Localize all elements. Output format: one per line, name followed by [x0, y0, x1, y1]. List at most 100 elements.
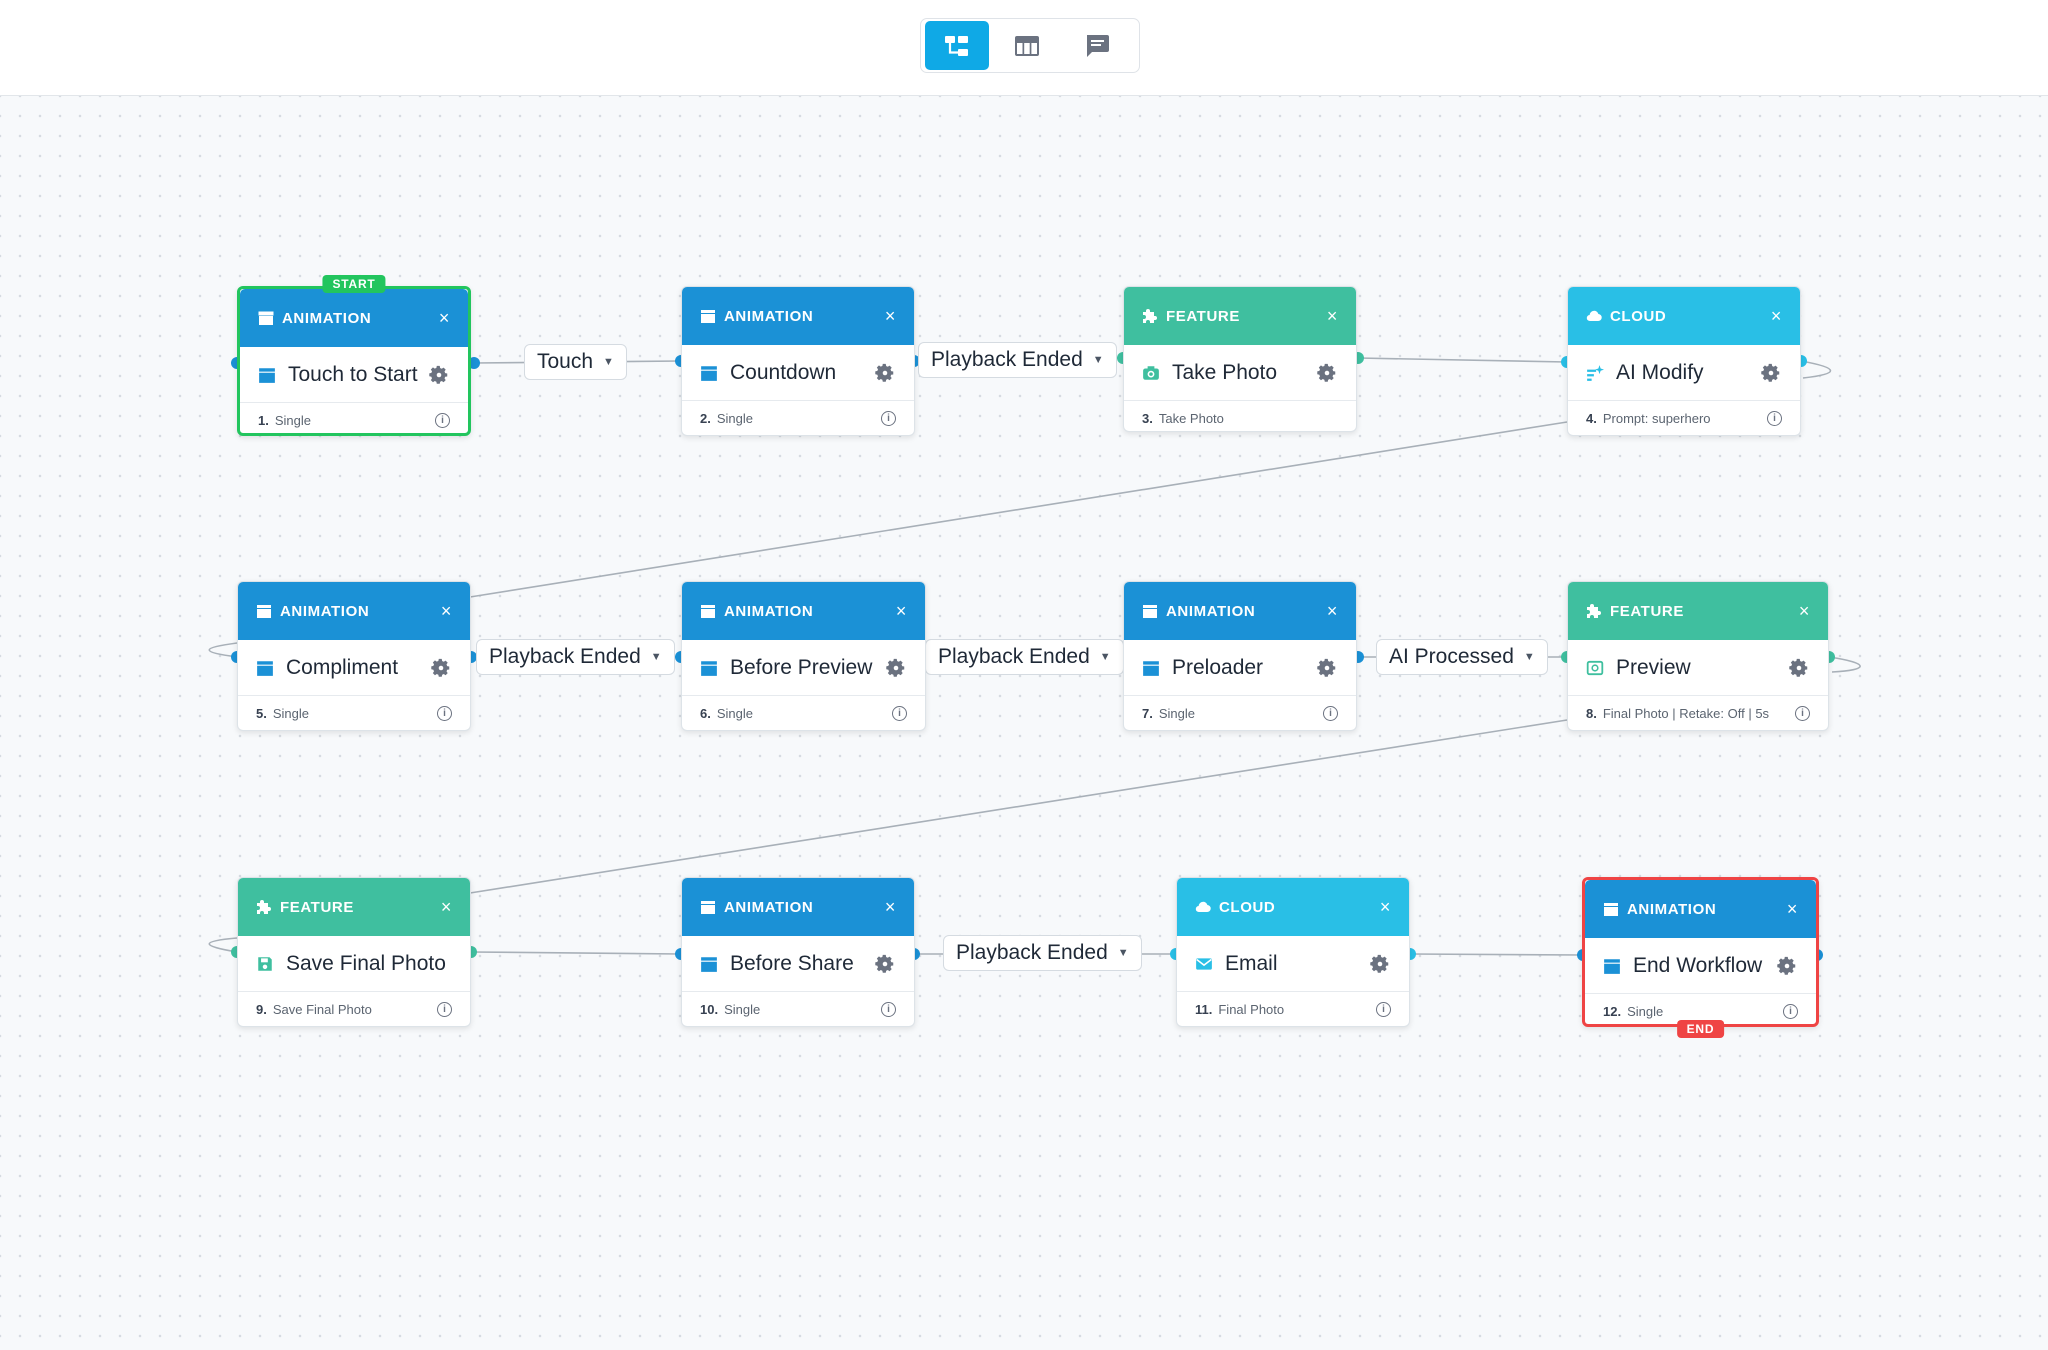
info-icon[interactable]: i — [881, 1001, 896, 1017]
node-meta: Single — [1627, 1003, 1664, 1019]
workflow-node-ai-modify[interactable]: CLOUD × AI Modify 4. Prompt: superhero i — [1567, 286, 1801, 436]
info-icon[interactable]: i — [1795, 705, 1810, 721]
close-icon[interactable]: × — [1380, 897, 1391, 918]
workflow-node-email[interactable]: CLOUD × Email 11. Final Photo i — [1176, 877, 1410, 1027]
node-body: Before Share — [682, 936, 914, 992]
info-icon[interactable]: i — [892, 705, 907, 721]
close-icon[interactable]: × — [1787, 899, 1798, 920]
trigger-select[interactable]: AI Processed ▼ — [1376, 639, 1548, 675]
puzzle-icon — [257, 900, 271, 914]
info-icon[interactable]: i — [437, 1001, 452, 1017]
workflow-node-save-final-photo[interactable]: FEATURE × Save Final Photo 9. Save Final… — [237, 877, 471, 1027]
gear-icon[interactable] — [1369, 953, 1391, 975]
gear-icon[interactable] — [1776, 955, 1798, 977]
trigger-select[interactable]: Playback Ended ▼ — [943, 935, 1142, 971]
close-icon[interactable]: × — [441, 601, 452, 622]
node-header: ANIMATION × — [240, 289, 468, 347]
gear-icon[interactable] — [430, 657, 452, 679]
workflow-node-end-workflow[interactable]: END ANIMATION × End Workflow 12. Single … — [1582, 877, 1819, 1038]
close-icon[interactable]: × — [1327, 601, 1338, 622]
node-number: 4. — [1586, 410, 1597, 426]
workflow-node-preview[interactable]: FEATURE × Preview 8. Final Photo | Retak… — [1567, 581, 1829, 731]
node-title: Before Share — [730, 951, 854, 975]
node-title: End Workflow — [1633, 953, 1763, 977]
info-icon[interactable]: i — [881, 410, 896, 426]
node-body: End Workflow — [1585, 938, 1816, 994]
node-title: Email — [1225, 951, 1278, 975]
info-icon[interactable]: i — [1376, 1001, 1391, 1017]
info-icon[interactable]: i — [435, 412, 450, 428]
workflow-node-before-preview[interactable]: ANIMATION × Before Preview 6. Single i — [681, 581, 926, 731]
node-body: Take Photo — [1124, 345, 1356, 401]
clapperboard-icon — [259, 367, 275, 383]
node-title: Compliment — [286, 655, 399, 679]
caret-down-icon: ▼ — [650, 651, 662, 663]
node-meta: Single — [1158, 705, 1195, 721]
close-icon[interactable]: × — [1771, 306, 1782, 327]
trigger-select[interactable]: Playback Ended ▼ — [918, 342, 1117, 378]
workflow-node-countdown[interactable]: ANIMATION × Countdown 2. Single i — [681, 286, 915, 436]
gear-icon[interactable] — [1316, 657, 1338, 679]
trigger-label: Playback Ended — [489, 645, 641, 668]
trigger-select[interactable]: Playback Ended ▼ — [476, 639, 675, 675]
close-icon[interactable]: × — [1799, 601, 1810, 622]
info-icon[interactable]: i — [1323, 705, 1338, 721]
node-header: ANIMATION × — [238, 582, 470, 640]
node-number: 2. — [700, 410, 711, 426]
workflow-node-touch-to-start[interactable]: START ANIMATION × Touch to Start 1. Sing… — [237, 275, 471, 437]
caret-down-icon: ▼ — [603, 356, 614, 368]
close-icon[interactable]: × — [1327, 306, 1338, 327]
chat-view-button[interactable] — [1065, 21, 1129, 70]
info-icon[interactable]: i — [1783, 1003, 1798, 1019]
trigger-select[interactable]: Playback Ended ▼ — [925, 639, 1124, 675]
node-body: Touch to Start — [240, 347, 468, 403]
trigger-label: Playback Ended — [931, 348, 1083, 371]
info-icon[interactable]: i — [1767, 410, 1782, 426]
trigger-select[interactable]: Touch ▼ — [524, 344, 627, 380]
node-title: Before Preview — [730, 655, 873, 679]
table-icon — [1015, 35, 1039, 56]
gear-icon[interactable] — [428, 364, 450, 386]
workflow-node-preloader[interactable]: ANIMATION × Preloader 7. Single i — [1123, 581, 1357, 731]
gear-icon[interactable] — [885, 657, 907, 679]
gear-icon[interactable] — [1316, 362, 1338, 384]
puzzle-icon — [1143, 309, 1157, 323]
caret-down-icon: ▼ — [1092, 354, 1104, 366]
close-icon[interactable]: × — [439, 308, 450, 329]
node-header: FEATURE × — [1568, 582, 1828, 640]
node-header: FEATURE × — [1124, 287, 1356, 345]
gear-icon[interactable] — [1760, 362, 1782, 384]
node-number: 6. — [700, 705, 711, 721]
node-footer: 1. Single i — [240, 403, 468, 437]
clapperboard-icon — [701, 901, 715, 914]
chat-icon — [1087, 34, 1109, 57]
gear-icon[interactable] — [1788, 657, 1810, 679]
clapperboard-icon — [701, 660, 717, 676]
close-icon[interactable]: × — [885, 306, 896, 327]
workflow-node-before-share[interactable]: ANIMATION × Before Share 10. Single i — [681, 877, 915, 1027]
gear-icon[interactable] — [874, 953, 896, 975]
trigger-label: Playback Ended — [956, 941, 1108, 964]
info-icon[interactable]: i — [437, 705, 452, 721]
node-number: 10. — [700, 1001, 719, 1017]
magic-icon — [1587, 364, 1604, 381]
node-footer: 7. Single i — [1124, 696, 1356, 730]
workflow-node-compliment[interactable]: ANIMATION × Compliment 5. Single i — [237, 581, 471, 731]
workflow-node-take-photo[interactable]: FEATURE × Take Photo 3. Take Photo — [1123, 286, 1357, 432]
gear-icon[interactable] — [874, 362, 896, 384]
node-header: ANIMATION × — [1585, 880, 1816, 938]
table-view-button[interactable] — [995, 21, 1059, 70]
node-number: 5. — [256, 705, 267, 721]
close-icon[interactable]: × — [896, 601, 907, 622]
start-badge: START — [322, 275, 386, 293]
node-meta: Prompt: superhero — [1602, 410, 1711, 426]
close-icon[interactable]: × — [885, 897, 896, 918]
close-icon[interactable]: × — [441, 897, 452, 918]
node-footer: 3. Take Photo — [1124, 401, 1356, 435]
node-number: 1. — [258, 412, 269, 428]
caret-down-icon: ▼ — [1117, 947, 1129, 959]
node-title: Take Photo — [1172, 360, 1278, 384]
flow-view-button[interactable] — [925, 21, 989, 70]
node-meta: Final Photo | Retake: Off | 5s — [1602, 705, 1770, 721]
node-header: FEATURE × — [238, 878, 470, 936]
